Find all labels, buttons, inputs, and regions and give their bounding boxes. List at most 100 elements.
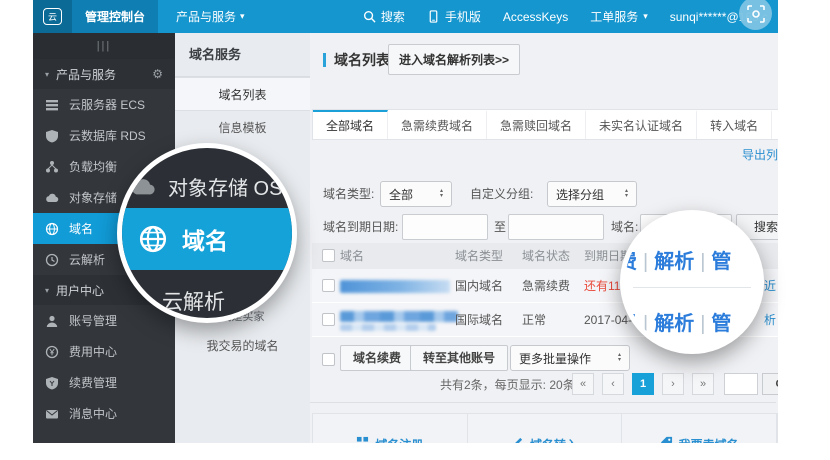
- tab-unverified[interactable]: 未实名认证域名: [586, 110, 697, 139]
- go-to-dns-list-button[interactable]: 进入域名解析列表>>: [388, 44, 520, 75]
- user-icon: [45, 314, 59, 328]
- row-checkbox[interactable]: [322, 313, 335, 326]
- footer-quick-links: 域名注册 域名转入 我要卖域名: [312, 413, 778, 443]
- envelope-icon: [45, 407, 59, 421]
- domain-type-label: 域名类型:: [323, 181, 374, 207]
- batch-renew-button[interactable]: 域名续费: [340, 345, 414, 371]
- batch-select-checkbox[interactable]: [322, 353, 335, 366]
- batch-transfer-button[interactable]: 转至其他账号: [410, 345, 508, 371]
- custom-group-select[interactable]: 选择分组 ▴▾: [547, 181, 637, 207]
- sidebar-item-account[interactable]: 账号管理: [33, 305, 175, 336]
- footer-link-sell-domain[interactable]: 我要卖域名: [622, 414, 777, 443]
- tab-all-domains[interactable]: 全部域名: [313, 110, 388, 139]
- nav-products-menu[interactable]: 产品与服务 ▾: [158, 0, 263, 33]
- search-icon: [363, 10, 376, 23]
- footer-link-label: 域名转入: [530, 436, 578, 443]
- pagination-page-1[interactable]: 1: [632, 373, 654, 395]
- dns-clock-icon: [45, 253, 59, 267]
- select-all-checkbox[interactable]: [322, 249, 335, 262]
- custom-group-value: 选择分组: [556, 186, 604, 203]
- sidebar-item-billing[interactable]: 费用中心: [33, 336, 175, 367]
- to-label: 至: [494, 214, 506, 240]
- footer-link-transfer-in[interactable]: 域名转入: [468, 414, 623, 443]
- tab-urgent-redeem[interactable]: 急需赎回域名: [487, 110, 586, 139]
- magnified-domain-label: 域名: [182, 222, 228, 256]
- nav-search-label: 搜索: [381, 8, 405, 25]
- col-header-type: 域名类型: [455, 243, 503, 269]
- batch-more-select[interactable]: 更多批量操作 ▴▾: [510, 345, 630, 371]
- subsidebar-item-domain-list[interactable]: 域名列表: [175, 77, 310, 111]
- domain-name-redacted[interactable]: [340, 311, 458, 322]
- domain-name-redacted[interactable]: [340, 280, 450, 293]
- nav-products-label: 产品与服务: [176, 8, 236, 25]
- domain-type-value: 全部: [389, 186, 413, 203]
- sidebar-item-messages[interactable]: 消息中心: [33, 398, 175, 429]
- video-frame: 云 管理控制台 产品与服务 ▾ 搜索 手机版 AccessKeys 工单服务: [0, 0, 830, 460]
- domain-tabs: 全部域名 急需续费域名 急需赎回域名 未实名认证域名 转入域名 预登记域名: [312, 109, 778, 140]
- viewfinder-icon: [746, 4, 766, 24]
- row-checkbox[interactable]: [322, 279, 335, 292]
- pagination-go-button[interactable]: GO: [762, 373, 778, 395]
- footer-link-register-domain[interactable]: 域名注册: [313, 414, 468, 443]
- magnified-item-oss: 对象存储 OS: [130, 172, 282, 201]
- magnifier-lens-sidebar: 对象存储 OS 域名 云解析: [117, 143, 297, 323]
- subsidebar-item-my-traded-domains[interactable]: 我交易的域名: [175, 329, 310, 363]
- nav-accesskeys[interactable]: AccessKeys: [503, 10, 568, 24]
- divider: [633, 287, 751, 288]
- pagination-prev-button[interactable]: ‹: [602, 373, 624, 395]
- pagination-page-input[interactable]: [724, 373, 758, 395]
- tab-preregistered[interactable]: 预登记域名: [772, 110, 778, 139]
- cloud-storage-icon: [130, 174, 156, 200]
- expiry-end-input[interactable]: [508, 214, 604, 240]
- tab-transfer-in[interactable]: 转入域名: [697, 110, 772, 139]
- nav-tickets-menu[interactable]: 工单服务 ▾: [590, 8, 648, 25]
- sidebar-item-label: 费用中心: [69, 343, 117, 360]
- aliyun-logo: 云: [33, 0, 72, 33]
- pagination-next-button[interactable]: ›: [662, 373, 684, 395]
- magnified-action-links-row2[interactable]: 费|解析|管: [620, 307, 764, 336]
- sidebar-item-label: 云服务器 ECS: [69, 96, 145, 113]
- footer-link-label: 我要卖域名: [679, 436, 739, 443]
- magnified-action-links-row1[interactable]: 费|解析|管: [620, 245, 764, 274]
- domain-type-select[interactable]: 全部 ▴▾: [380, 181, 452, 207]
- yen-coin-icon: [45, 345, 59, 359]
- price-tag-icon: [660, 436, 673, 443]
- sidebar-item-rds[interactable]: 云数据库 RDS: [33, 120, 175, 151]
- pagination-last-button[interactable]: »: [692, 373, 714, 395]
- magnified-item-domain[interactable]: 域名: [117, 208, 297, 270]
- row-actions-clipped[interactable]: 近 |: [764, 269, 778, 303]
- gear-icon[interactable]: ⚙: [152, 67, 163, 81]
- chevron-down-icon: ▾: [643, 12, 648, 21]
- nav-tickets-label: 工单服务: [590, 8, 638, 25]
- sidebar-item-ecs[interactable]: 云服务器 ECS: [33, 89, 175, 120]
- nav-console-home[interactable]: 管理控制台: [72, 0, 158, 33]
- sidebar-item-label: 账号管理: [69, 312, 117, 329]
- pagination-summary: 共有2条，每页显示: 20条: [440, 376, 575, 393]
- globe-icon: [45, 222, 59, 236]
- domain-search-label: 域名:: [611, 214, 638, 240]
- dns-clock-icon: [122, 286, 148, 312]
- sidebar-section-products[interactable]: ▾ 产品与服务 ⚙: [33, 59, 175, 89]
- footer-link-label: 域名注册: [375, 436, 423, 443]
- sidebar-item-label: 对象存储: [69, 189, 117, 206]
- export-list-link[interactable]: 导出列表: [742, 146, 778, 163]
- server-list-icon: [45, 98, 59, 112]
- row-actions-clipped[interactable]: 析 |: [764, 303, 778, 337]
- expiry-start-input[interactable]: [402, 214, 488, 240]
- chevron-down-icon: ▾: [45, 70, 49, 79]
- renew-shield-icon: [45, 376, 59, 390]
- sidebar-collapse-handle[interactable]: |||: [33, 33, 175, 59]
- top-navbar: 云 管理控制台 产品与服务 ▾ 搜索 手机版 AccessKeys 工单服务: [33, 0, 778, 33]
- select-arrows-icon: ▴▾: [610, 353, 621, 363]
- tab-urgent-renewal[interactable]: 急需续费域名: [388, 110, 487, 139]
- cell-domain-status: 急需续费: [522, 269, 570, 303]
- chevron-down-icon: ▾: [45, 286, 49, 295]
- sidebar-item-renewal[interactable]: 续费管理: [33, 367, 175, 398]
- cloud-logo-icon: 云: [43, 8, 62, 25]
- magnified-item-dns: 云解析: [162, 286, 225, 316]
- pagination-first-button[interactable]: «: [572, 373, 594, 395]
- nav-search[interactable]: 搜索: [363, 8, 405, 25]
- subsidebar-item-info-template[interactable]: 信息模板: [175, 111, 310, 145]
- nav-mobile[interactable]: 手机版: [427, 8, 481, 25]
- pencil-icon: [511, 436, 524, 443]
